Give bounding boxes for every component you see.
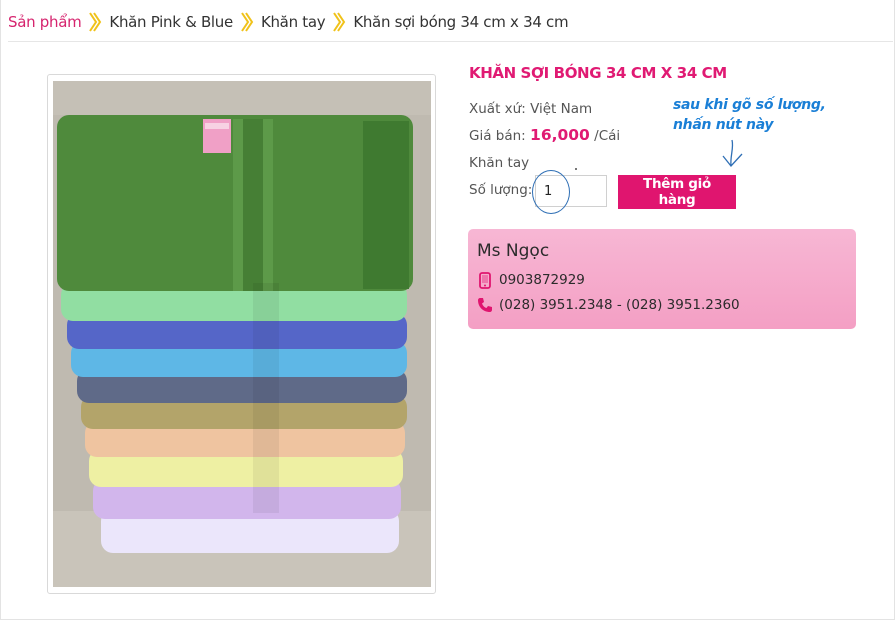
double-chevron-right-icon <box>234 9 260 34</box>
product-image[interactable] <box>53 81 431 587</box>
mobile-phone-icon <box>477 271 493 289</box>
breadcrumb-link-khan-tay[interactable]: Khăn tay <box>261 13 326 31</box>
product-title: KHĂN SỢI BÓNG 34 CM X 34 CM <box>469 64 727 82</box>
contact-name: Ms Ngọc <box>477 241 550 261</box>
telephone-icon <box>477 296 493 314</box>
quantity-label: Số lượng: <box>469 182 533 198</box>
origin-label: Xuất xứ: <box>469 101 526 117</box>
product-category: Khăn tay <box>469 155 530 171</box>
add-to-cart-button[interactable]: Thêm giỏ hàng <box>618 175 736 209</box>
breadcrumb: Sản phẩm Khăn Pink & Blue Khăn tay Khăn … <box>8 3 893 42</box>
annotation-dot <box>575 168 577 170</box>
breadcrumb-link-pink-blue[interactable]: Khăn Pink & Blue <box>109 13 233 31</box>
annotation-line-2: nhấn nút này <box>673 117 774 133</box>
origin-row: Xuất xứ: Việt Nam <box>469 101 592 117</box>
breadcrumb-current: Khăn sợi bóng 34 cm x 34 cm <box>353 13 569 31</box>
price-label: Giá bán: <box>469 128 526 144</box>
contact-box: Ms Ngọc 0903872929 (028) 3951.2348 - (02… <box>468 229 856 329</box>
product-image-frame <box>47 74 436 594</box>
double-chevron-right-icon <box>82 9 108 34</box>
origin-value: Việt Nam <box>530 101 593 117</box>
contact-phone-numbers[interactable]: (028) 3951.2348 - (028) 3951.2360 <box>499 297 740 313</box>
price-value: 16,000 <box>530 126 590 144</box>
price-unit: /Cái <box>594 128 621 144</box>
breadcrumb-link-products[interactable]: Sản phẩm <box>8 13 82 31</box>
annotation-line-1: sau khi gõ số lượng, <box>673 97 826 113</box>
price-row: Giá bán: 16,000 /Cái <box>469 126 620 144</box>
contact-mobile-number[interactable]: 0903872929 <box>499 272 585 288</box>
contact-mobile-row: 0903872929 <box>477 271 585 289</box>
contact-phone-row: (028) 3951.2348 - (028) 3951.2360 <box>477 296 740 314</box>
double-chevron-right-icon <box>326 9 352 34</box>
quantity-input[interactable] <box>535 175 607 207</box>
annotation-note: sau khi gõ số lượng, nhấn nút này <box>673 95 826 135</box>
